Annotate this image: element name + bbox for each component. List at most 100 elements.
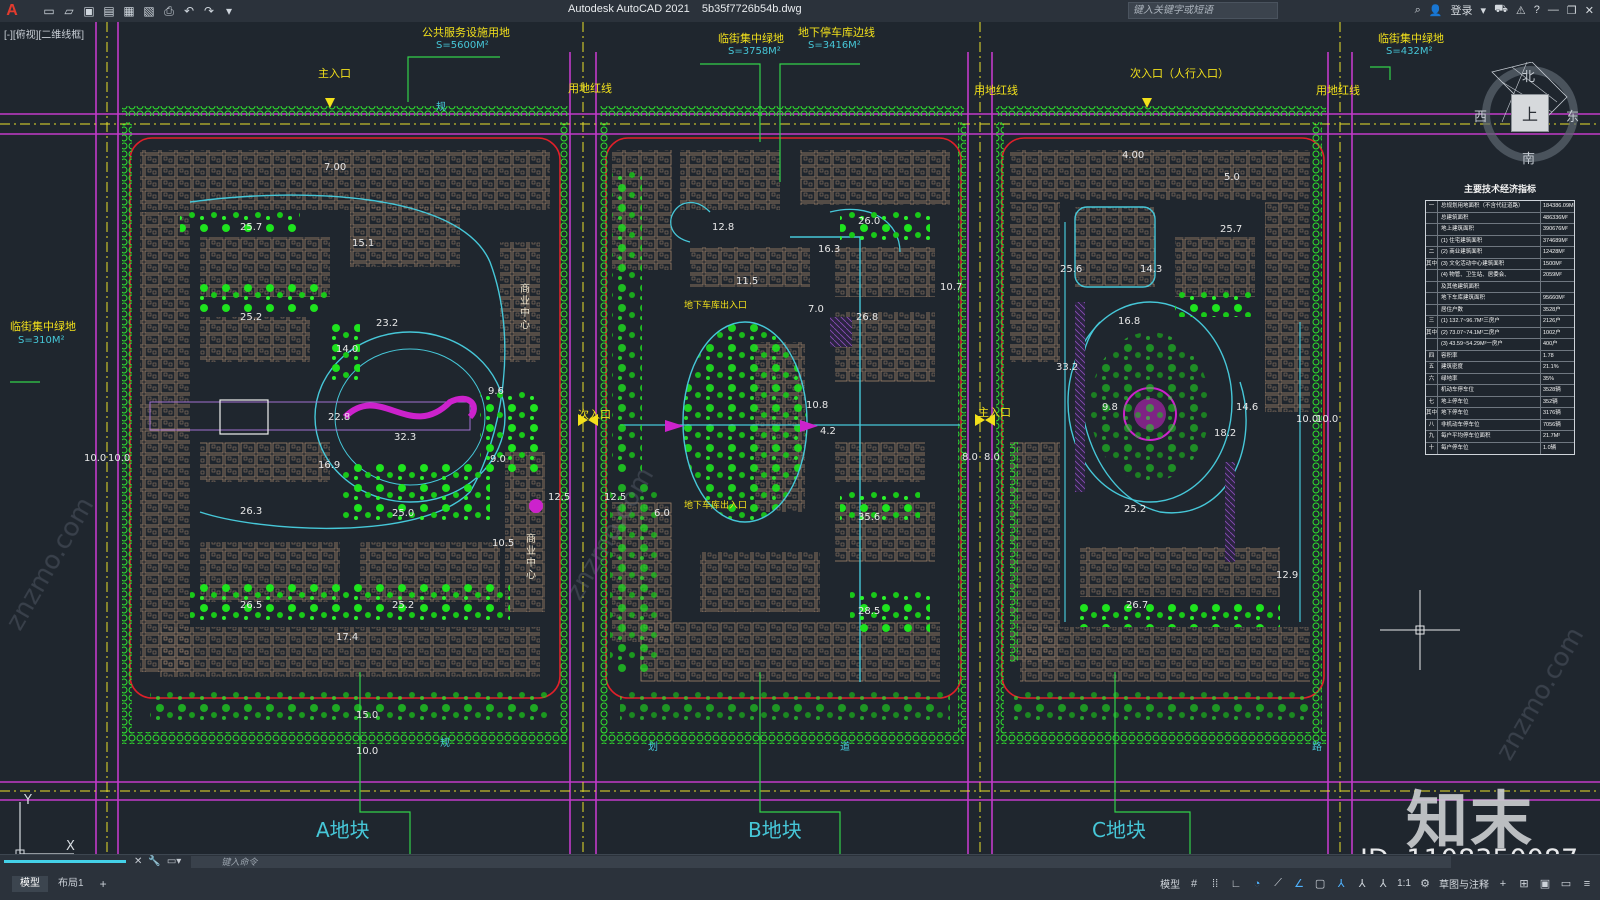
indicator-number: 七 bbox=[1426, 396, 1438, 407]
indicator-number: 六 bbox=[1426, 373, 1438, 384]
recent-commands-icon[interactable]: ▭▾ bbox=[167, 856, 181, 867]
gear-icon[interactable]: ⚙ bbox=[1418, 877, 1432, 891]
site-plan-drawing: znzmo.com znzmo.com znzmo.com bbox=[0, 22, 1600, 854]
user-icon[interactable]: 👤 bbox=[1429, 4, 1443, 17]
command-line: ✕ 🔧 ▭▾ 键入命令 bbox=[0, 854, 1600, 868]
workspace-switch[interactable]: 草图与注释 bbox=[1439, 876, 1489, 891]
viewport-controls[interactable]: [-][俯视][二维线框] bbox=[4, 26, 84, 41]
annotation-scale-icon[interactable]: ⅄ bbox=[1376, 877, 1390, 891]
print-icon[interactable]: ⎙ bbox=[160, 2, 178, 20]
polar-tracking-icon[interactable]: ◔ bbox=[1250, 877, 1264, 891]
save-icon[interactable]: ▣ bbox=[80, 2, 98, 20]
object-snap-tracking-icon[interactable]: ∠ bbox=[1292, 877, 1306, 891]
technical-indicator-table: 主要技术经济指标 一总规划用地面积（不含代征道路） 184386.09M² 总建筑面… bbox=[1425, 182, 1575, 455]
indicator-label: (2) 73.07~74.1M²二房户 bbox=[1441, 329, 1500, 336]
svg-text:znzmo.com: znzmo.com bbox=[0, 492, 100, 635]
crosshair-cursor-icon bbox=[1380, 590, 1460, 670]
indicator-value: 95660M² bbox=[1540, 293, 1574, 304]
indicator-value: 1.0辆 bbox=[1540, 442, 1574, 454]
autocad-logo-icon[interactable]: A bbox=[2, 1, 22, 21]
new-icon[interactable]: ▭ bbox=[40, 2, 58, 20]
units-icon[interactable]: ⊞ bbox=[1517, 877, 1531, 891]
tab-model[interactable]: 模型 bbox=[12, 876, 48, 892]
indicator-label: 居住户数 bbox=[1441, 306, 1464, 313]
object-snap-icon[interactable]: ▢ bbox=[1313, 877, 1327, 891]
indicator-number bbox=[1426, 212, 1438, 223]
indicator-label: (1) 住宅建筑面积 bbox=[1441, 237, 1483, 244]
annotation-visibility-icon[interactable]: ⅄ bbox=[1334, 877, 1348, 891]
dropdown-icon[interactable]: ▾ bbox=[220, 2, 238, 20]
annotation-scale-value[interactable]: 1:1 bbox=[1397, 878, 1411, 889]
publish-icon[interactable]: ▦ bbox=[120, 2, 138, 20]
plus-icon[interactable]: + bbox=[1496, 877, 1510, 891]
indicator-label: 地上建筑面积 bbox=[1441, 226, 1475, 232]
indicator-row: 四容积率 1.78 bbox=[1426, 350, 1574, 362]
status-tools: 模型 # ⁞⁞ ∟ ◔ ⟋ ∠ ▢ ⅄ ⅄ ⅄ 1:1 ⚙ 草图与注释 + ⊞ … bbox=[1160, 876, 1594, 891]
watermark-logo: 知末 bbox=[1406, 784, 1535, 854]
quick-properties-icon[interactable]: ▣ bbox=[1538, 877, 1552, 891]
indicator-number: 其中 bbox=[1426, 258, 1438, 269]
search-input[interactable]: 键入关键字或短语 bbox=[1128, 2, 1278, 19]
indicator-value: 21.1% bbox=[1540, 362, 1574, 373]
sign-in-link[interactable]: 登录 bbox=[1451, 2, 1473, 18]
search-icon[interactable]: ⌕ bbox=[1415, 4, 1421, 17]
command-input[interactable]: 键入命令 bbox=[191, 855, 1452, 868]
help-icon[interactable]: ? bbox=[1534, 4, 1540, 16]
indicator-value: 3528户 bbox=[1540, 304, 1574, 315]
indicator-row: 及其他建筑面积 bbox=[1426, 281, 1574, 293]
indicator-value: 3528辆 bbox=[1540, 385, 1574, 396]
indicator-row: (1) 住宅建筑面积 374689M² bbox=[1426, 235, 1574, 247]
title-bar-right: ⌕ 👤 登录 ▾ ⛟ ⚠ ? — ❐ ✕ bbox=[1415, 2, 1594, 18]
cart-icon[interactable]: ▾ bbox=[1481, 4, 1487, 17]
drawing-canvas[interactable]: [-][俯视][二维线框] znzmo.com znzmo.com znzmo.… bbox=[0, 22, 1600, 854]
indicator-row: 三 (1) 132.7~96.7M²三房户 2126户 bbox=[1426, 316, 1574, 328]
minimize-icon[interactable]: — bbox=[1548, 4, 1559, 16]
indicator-number: 其中 bbox=[1426, 327, 1438, 338]
compass-north[interactable]: 北 bbox=[1522, 66, 1535, 85]
close-icon[interactable]: ✕ bbox=[1585, 4, 1594, 17]
indicator-label: (2) 商业建筑面积 bbox=[1441, 249, 1483, 255]
ortho-icon[interactable]: ∟ bbox=[1229, 877, 1243, 891]
indicator-value: 400户 bbox=[1540, 339, 1574, 350]
redo-icon[interactable]: ↷ bbox=[200, 2, 218, 20]
maximize-icon[interactable]: ❐ bbox=[1567, 4, 1577, 17]
snap-icon[interactable]: ⁞⁞ bbox=[1208, 877, 1222, 891]
indicator-number bbox=[1426, 235, 1438, 246]
indicator-number: 十 bbox=[1426, 442, 1438, 454]
compass-west[interactable]: 西 bbox=[1474, 106, 1487, 125]
compass-east[interactable]: 东 bbox=[1566, 106, 1579, 125]
close-command-icon[interactable]: ✕ bbox=[134, 856, 142, 867]
indicator-value: 2126户 bbox=[1540, 316, 1574, 327]
indicator-label: 总规划用地面积（不含代征道路） bbox=[1441, 203, 1524, 209]
auto-scale-icon[interactable]: ⅄ bbox=[1355, 877, 1369, 891]
indicator-label: 机动车停车位 bbox=[1441, 387, 1475, 393]
indicator-value: 374689M² bbox=[1540, 235, 1574, 246]
exchange-icon[interactable]: ⛟ bbox=[1494, 3, 1508, 17]
customize-icon[interactable]: 🔧 bbox=[148, 856, 160, 867]
viewcube-top-face[interactable]: 上 bbox=[1511, 94, 1549, 132]
undo-icon[interactable]: ↶ bbox=[180, 2, 198, 20]
indicator-row: 地上建筑面积 390676M² bbox=[1426, 224, 1574, 236]
model-space-button[interactable]: 模型 bbox=[1160, 876, 1180, 891]
indicator-value: 184386.09M² bbox=[1540, 201, 1574, 212]
plot-preview-icon[interactable]: ▧ bbox=[140, 2, 158, 20]
grid-icon[interactable]: # bbox=[1187, 877, 1201, 891]
clean-screen-icon[interactable]: ▭ bbox=[1559, 877, 1573, 891]
isometric-icon[interactable]: ⟋ bbox=[1271, 877, 1285, 891]
indicator-row: 五建筑密度 21.1% bbox=[1426, 362, 1574, 374]
indicator-row: (3) 43.59~54.29M²一房户 400户 bbox=[1426, 339, 1574, 351]
open-icon[interactable]: ▱ bbox=[60, 2, 78, 20]
viewcube[interactable]: 上 北 西 东 南 bbox=[1472, 62, 1582, 172]
indicator-value: 1002户 bbox=[1540, 327, 1574, 338]
save-as-icon[interactable]: ▤ bbox=[100, 2, 118, 20]
compass-south[interactable]: 南 bbox=[1522, 148, 1535, 167]
add-layout-button[interactable]: + bbox=[94, 877, 113, 891]
customization-icon[interactable]: ≡ bbox=[1580, 877, 1594, 891]
indicator-number: 三 bbox=[1426, 316, 1438, 327]
command-line-grip[interactable] bbox=[4, 860, 126, 863]
a360-icon[interactable]: ⚠ bbox=[1516, 4, 1526, 17]
indicator-value: 12428M² bbox=[1540, 247, 1574, 258]
indicator-label: 地下车库建筑面积 bbox=[1441, 295, 1486, 301]
tab-layout1[interactable]: 布局1 bbox=[50, 876, 92, 892]
indicator-table-title: 主要技术经济指标 bbox=[1463, 184, 1536, 194]
